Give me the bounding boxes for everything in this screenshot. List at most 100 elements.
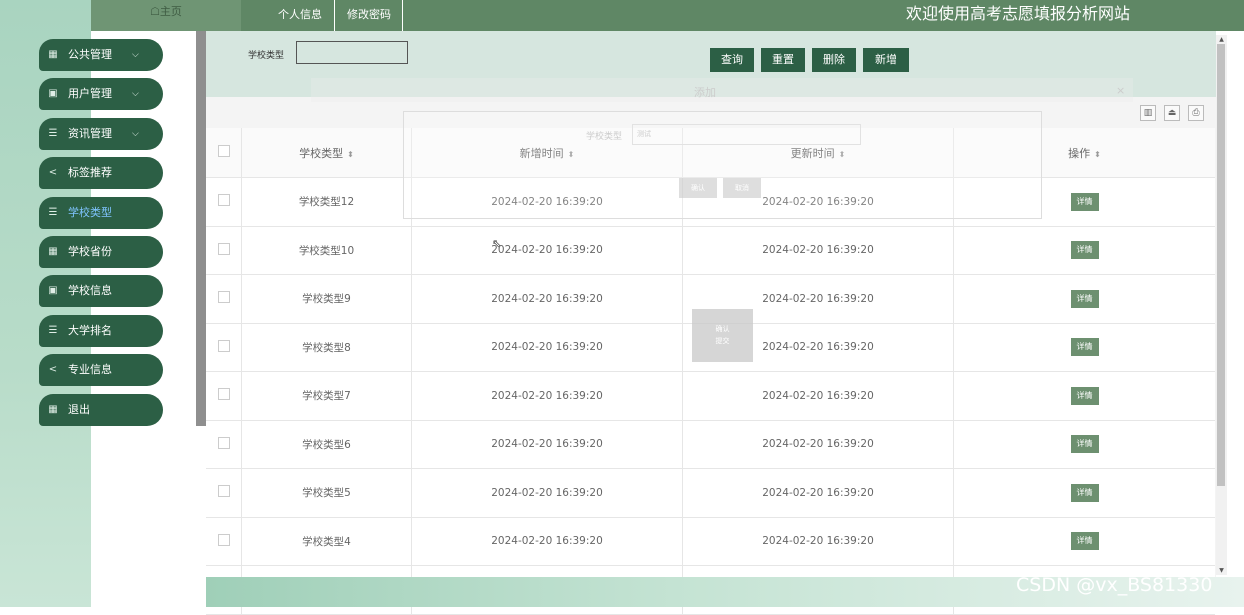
detail-button[interactable]: 详情 — [1070, 241, 1099, 260]
share-icon: < — [48, 167, 58, 179]
table-row[interactable]: 学校类型10 2024-02-20 16:39:20 2024-02-20 16:3… — [206, 226, 1215, 275]
cell-updated-time: 2024-02-20 16:39:20 — [682, 468, 954, 518]
column-header-type[interactable]: 学校类型 ⬍ — [241, 128, 412, 178]
school-type-search-input[interactable] — [296, 41, 408, 64]
cell-school-type: 学校类型8 — [241, 323, 412, 372]
cell-action: 详情 — [953, 420, 1215, 469]
scroll-up-arrow-icon[interactable]: ▲ — [1216, 35, 1227, 44]
scroll-down-arrow-icon[interactable]: ▼ — [1216, 566, 1227, 575]
share-icon: < — [48, 364, 58, 376]
row-checkbox[interactable] — [206, 323, 242, 372]
table-row[interactable]: 学校类型7 2024-02-20 16:39:20 2024-02-20 16:39… — [206, 371, 1215, 421]
query-button[interactable]: 查询 — [710, 48, 754, 72]
cell-school-type: 学校类型7 — [241, 371, 412, 421]
grid-icon: ▦ — [48, 403, 58, 415]
detail-button[interactable]: 详情 — [1070, 289, 1099, 308]
ghost-popup: 确认 提交 — [692, 309, 753, 362]
book-icon: ▣ — [48, 88, 58, 100]
delete-button[interactable]: 删除 — [812, 48, 856, 72]
cell-action: 详情 — [953, 468, 1215, 518]
add-button[interactable]: 新增 — [863, 48, 909, 72]
chevron-down-icon[interactable]: ⌵ — [132, 118, 139, 150]
row-checkbox[interactable] — [206, 468, 242, 518]
sidebar-item-8[interactable]: < 专业信息 — [39, 354, 163, 387]
sidebar-item-3[interactable]: < 标签推荐 — [39, 157, 163, 190]
cell-updated-time: 2024-02-20 16:39:20 — [682, 371, 954, 421]
search-label: 学校类型 — [248, 51, 285, 61]
list-icon: ☰ — [48, 324, 58, 336]
row-checkbox[interactable] — [206, 420, 242, 469]
cell-updated-time: 2024-02-20 16:39:20 — [682, 226, 954, 275]
modal-cancel-button[interactable]: 取消 — [723, 178, 761, 198]
watermark: CSDN @vx_BS81330 — [1016, 574, 1213, 596]
select-all-checkbox[interactable] — [206, 128, 242, 178]
cell-created-time: 2024-02-20 16:39:20 — [411, 468, 683, 518]
modal-title: 添加 — [694, 86, 716, 99]
sidebar-item-0[interactable]: ▦ 公共管理 ⌵ — [39, 39, 163, 71]
cell-created-time: 2024-02-20 16:39:20 — [411, 517, 683, 566]
row-checkbox[interactable] — [206, 226, 242, 275]
columns-icon[interactable]: ▥ — [1140, 105, 1156, 121]
table-row[interactable]: 学校类型6 2024-02-20 16:39:20 2024-02-20 16:39… — [206, 420, 1215, 469]
sidebar-item-label: 资讯管理 — [68, 126, 112, 140]
cell-school-type: 学校类型6 — [241, 420, 412, 469]
modal-school-type-input[interactable]: 测试 — [632, 124, 861, 145]
cell-action: 详情 — [953, 226, 1215, 275]
modal-confirm-button[interactable]: 确认 — [679, 178, 717, 198]
sidebar-item-7[interactable]: ☰ 大学排名 — [39, 314, 163, 347]
cell-action: 详情 — [953, 371, 1215, 421]
detail-button[interactable]: 详情 — [1070, 386, 1099, 405]
print-icon[interactable]: ⎙ — [1188, 105, 1204, 121]
sidebar-item-9[interactable]: ▦ 退出 — [39, 393, 163, 426]
chevron-down-icon[interactable]: ⌵ — [132, 39, 139, 71]
reset-button[interactable]: 重置 — [761, 48, 805, 72]
cell-updated-time: 2024-02-20 16:39:20 — [682, 517, 954, 566]
profile-link[interactable]: 个人信息 — [266, 0, 334, 31]
detail-button[interactable]: 详情 — [1070, 483, 1099, 502]
row-checkbox[interactable] — [206, 371, 242, 421]
list-icon: ☰ — [48, 206, 58, 218]
export-icon[interactable]: ⏏ — [1164, 105, 1180, 121]
row-checkbox[interactable] — [206, 177, 242, 227]
page-scrollbar-thumb[interactable] — [1217, 44, 1225, 486]
sidebar-item-label: 标签推荐 — [68, 166, 112, 180]
sidebar-item-6[interactable]: ▣ 学校信息 — [39, 275, 163, 308]
sidebar-item-label: 学校信息 — [68, 284, 112, 298]
sidebar-item-2[interactable]: ☰ 资讯管理 ⌵ — [39, 117, 163, 150]
home-tab[interactable]: ☖主页 — [91, 0, 241, 31]
sidebar-item-1[interactable]: ▣ 用户管理 ⌵ — [39, 78, 163, 111]
detail-button[interactable]: 详情 — [1070, 192, 1099, 211]
cell-school-type: 学校类型10 — [241, 226, 412, 275]
row-checkbox[interactable] — [206, 274, 242, 324]
sidebar-item-label: 大学排名 — [68, 323, 112, 337]
sidebar-item-label: 用户管理 — [68, 87, 112, 101]
sidebar-scrollbar[interactable] — [196, 31, 206, 426]
cell-action: 详情 — [953, 517, 1215, 566]
row-checkbox[interactable] — [206, 517, 242, 566]
sort-icon[interactable]: ⬍ — [1094, 150, 1101, 159]
bottom-left-panel — [91, 577, 206, 607]
sidebar-item-label: 学校省份 — [68, 244, 112, 258]
table-row[interactable]: 学校类型5 2024-02-20 16:39:20 2024-02-20 16:39… — [206, 468, 1215, 518]
change-password-link[interactable]: 修改密码 — [334, 0, 403, 31]
cell-created-time: 2024-02-20 16:39:20 — [411, 323, 683, 372]
sidebar-item-label: 学校类型 — [68, 205, 112, 219]
detail-button[interactable]: 详情 — [1070, 435, 1099, 454]
table-row[interactable]: 学校类型4 2024-02-20 16:39:20 2024-02-20 16:39… — [206, 517, 1215, 566]
modal-field-label: 学校类型 — [586, 132, 623, 142]
cell-action: 详情 — [953, 274, 1215, 324]
detail-button[interactable]: 详情 — [1070, 532, 1099, 551]
modal-close-icon[interactable]: × — [1116, 84, 1125, 97]
cell-created-time: 2024-02-20 16:39:20 — [411, 371, 683, 421]
grid-icon: ▦ — [48, 49, 58, 60]
cell-school-type: 学校类型4 — [241, 517, 412, 566]
chevron-down-icon[interactable]: ⌵ — [132, 78, 139, 110]
site-title: 欢迎使用高考志愿填报分析网站 — [905, 4, 1130, 23]
sidebar-item-label: 退出 — [68, 402, 90, 416]
cell-school-type: 学校类型9 — [241, 274, 412, 324]
sidebar-item-5[interactable]: ▦ 学校省份 — [39, 235, 163, 268]
sidebar-item-4[interactable]: ☰ 学校类型 — [39, 196, 163, 229]
header-divider — [402, 0, 403, 31]
sort-icon[interactable]: ⬍ — [347, 150, 354, 159]
detail-button[interactable]: 详情 — [1070, 338, 1099, 357]
